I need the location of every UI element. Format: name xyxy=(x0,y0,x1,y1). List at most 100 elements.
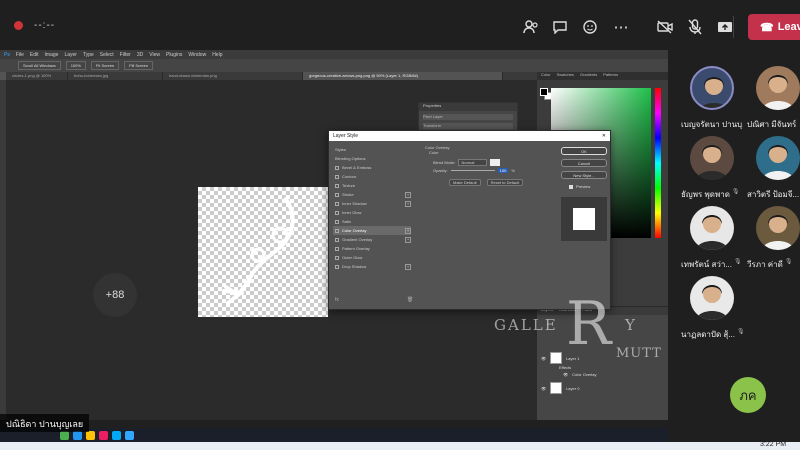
overlay-color-swatch[interactable] xyxy=(490,159,501,166)
add-effect-icon[interactable]: + xyxy=(405,227,411,234)
checkbox-icon[interactable] xyxy=(335,246,339,251)
people-icon[interactable] xyxy=(518,14,544,40)
add-effect-icon[interactable]: + xyxy=(405,191,411,198)
zoom-100-button[interactable]: 100% xyxy=(65,61,86,70)
reactions-icon[interactable] xyxy=(577,14,603,40)
add-effect-icon[interactable]: + xyxy=(405,200,411,207)
scroll-all-windows-checkbox[interactable]: Scroll All Windows xyxy=(18,61,61,70)
ps-menu-item[interactable]: 3D xyxy=(137,52,143,58)
eye-icon[interactable]: 👁 xyxy=(541,356,546,361)
participant-tile[interactable]: สาวิตรี ป้อมจี...🎙 xyxy=(745,136,800,208)
style-list-item[interactable]: Pattern Overlay xyxy=(333,244,411,253)
new-style-button[interactable]: New Style... xyxy=(561,171,607,179)
add-effect-icon[interactable]: + xyxy=(405,236,411,243)
trash-icon[interactable]: 🗑 xyxy=(407,297,413,303)
close-icon[interactable]: ✕ xyxy=(602,133,606,139)
style-list-item[interactable]: Stroke + xyxy=(333,190,411,199)
checkbox-icon[interactable] xyxy=(335,174,339,179)
style-list-item[interactable]: Color Overlay + xyxy=(333,226,411,235)
style-list-item[interactable]: Blending Options xyxy=(333,154,411,163)
fit-screen-button[interactable]: Fit Screen xyxy=(90,61,120,70)
participant-tile[interactable]: เทพรัตน์ สว่า... 🎙 xyxy=(679,206,745,278)
recording-indicator xyxy=(14,21,23,30)
leave-button[interactable]: ☎ Leave xyxy=(748,14,800,40)
blend-mode-select[interactable]: Normal xyxy=(458,159,488,166)
self-avatar[interactable]: ภค xyxy=(730,377,766,413)
eye-icon[interactable]: 👁 xyxy=(563,372,568,377)
participant-tile[interactable]: เบญจรัตนา ปานบุ... xyxy=(679,66,745,138)
checkbox-icon[interactable] xyxy=(569,184,573,189)
ps-menu-item[interactable]: Image xyxy=(45,52,59,58)
reset-default-button[interactable]: Reset to Default xyxy=(486,179,524,186)
shared-taskbar xyxy=(0,428,668,442)
doc-tab[interactable]: boho-bohemian.jpg xyxy=(68,72,163,80)
dialog-titlebar: Layer Style ✕ xyxy=(329,131,610,141)
style-list-item[interactable]: Styles xyxy=(333,145,411,154)
checkbox-icon[interactable] xyxy=(335,201,339,206)
ps-menu-item[interactable]: Window xyxy=(188,52,206,58)
style-list-item[interactable]: Inner Shadow + xyxy=(333,199,411,208)
style-list-item[interactable]: Texture xyxy=(333,181,411,190)
doc-tab[interactable]: circles-1.png @ 100% xyxy=(6,72,68,80)
mic-off-icon[interactable] xyxy=(682,14,708,40)
ps-menu-item[interactable]: Edit xyxy=(30,52,39,58)
layer-row[interactable]: 👁 Layer 0 xyxy=(541,381,665,395)
tab-patterns[interactable]: Patterns xyxy=(603,72,618,80)
document-canvas[interactable] xyxy=(198,187,328,317)
tab-swatches[interactable]: Swatches xyxy=(557,72,574,80)
doc-tab-active[interactable]: gorgeous-creative-arrows-png.png @ 50% (… xyxy=(303,72,503,80)
style-list-item[interactable]: Outer Glow xyxy=(333,253,411,262)
more-participants-button[interactable]: +88 xyxy=(93,273,137,317)
style-list-item[interactable]: Satin xyxy=(333,217,411,226)
checkbox-icon[interactable] xyxy=(335,192,339,197)
ps-menu-item[interactable]: File xyxy=(16,52,24,58)
share-icon[interactable] xyxy=(712,14,738,40)
ps-menu-item[interactable]: Filter xyxy=(120,52,131,58)
hue-slider[interactable] xyxy=(655,88,661,238)
eye-icon[interactable]: 👁 xyxy=(541,386,546,391)
ps-menu-item[interactable]: View xyxy=(149,52,160,58)
layer-effect-item[interactable]: 👁 Color Overlay xyxy=(563,371,668,378)
add-effect-icon[interactable]: + xyxy=(405,263,411,270)
opacity-slider[interactable] xyxy=(450,170,495,171)
cancel-button[interactable]: Cancel xyxy=(561,159,607,167)
make-default-button[interactable]: Make Default xyxy=(449,179,481,186)
participant-tile[interactable]: ปณิศา มีจันทร์ xyxy=(745,66,800,138)
style-list-item[interactable]: Bevel & Emboss xyxy=(333,163,411,172)
checkbox-icon[interactable] xyxy=(335,183,339,188)
checkbox-icon[interactable] xyxy=(335,255,339,260)
tab-gradients[interactable]: Gradients xyxy=(580,72,597,80)
checkbox-icon[interactable] xyxy=(335,210,339,215)
opacity-input[interactable]: 100 xyxy=(497,168,509,173)
checkbox-icon[interactable] xyxy=(335,165,339,170)
chat-icon[interactable] xyxy=(547,14,573,40)
style-list-item[interactable]: Gradient Overlay + xyxy=(333,235,411,244)
participant-tile[interactable]: ธัญพร พุดพาด 🎙 xyxy=(679,136,745,208)
style-list-item[interactable]: Contour xyxy=(333,172,411,181)
checkbox-icon[interactable] xyxy=(335,237,339,242)
foreground-color-swatch[interactable] xyxy=(540,88,548,96)
ok-button[interactable]: OK xyxy=(561,147,607,155)
more-icon[interactable]: ⋯ xyxy=(608,14,634,40)
camera-off-icon[interactable] xyxy=(652,14,678,40)
doc-tab[interactable]: hand-drawn-bohemian.png xyxy=(163,72,303,80)
preview-toggle[interactable]: Preview xyxy=(569,184,590,189)
ps-menu-item[interactable]: Help xyxy=(212,52,222,58)
style-list-item[interactable]: Drop Shadow + xyxy=(333,262,411,271)
fill-screen-button[interactable]: Fill Screen xyxy=(124,61,154,70)
ps-menu-item[interactable]: Type xyxy=(83,52,94,58)
layer-effects-row[interactable]: Effects xyxy=(559,364,668,371)
checkbox-icon[interactable] xyxy=(335,219,339,224)
fx-icon[interactable]: fx xyxy=(335,297,339,303)
ps-menu-item[interactable]: Plugins xyxy=(166,52,182,58)
style-list-item[interactable]: Inner Glow xyxy=(333,208,411,217)
ps-menu-item[interactable]: Select xyxy=(100,52,114,58)
tab-color[interactable]: Color xyxy=(541,72,551,80)
person-photo xyxy=(762,145,794,180)
arrow-artwork xyxy=(222,197,295,305)
participant-tile[interactable]: นาฏลดาปัด สุ้... 🎙 xyxy=(679,276,745,348)
ps-menu-item[interactable]: Layer xyxy=(64,52,77,58)
checkbox-icon[interactable] xyxy=(335,264,339,269)
participant-tile[interactable]: วีรภา ค่าดี 🎙 xyxy=(745,206,800,278)
checkbox-icon[interactable] xyxy=(335,228,339,233)
